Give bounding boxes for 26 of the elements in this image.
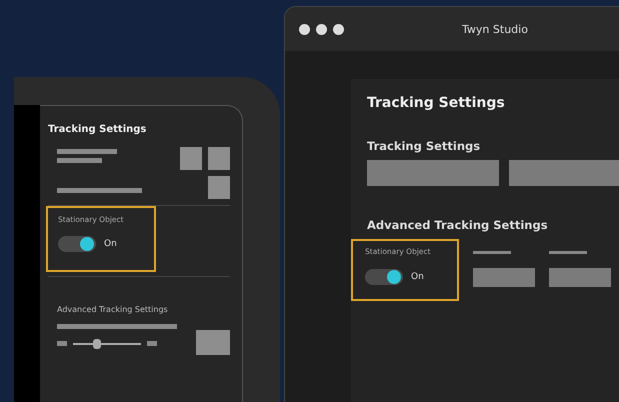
placeholder-square: [180, 147, 202, 170]
placeholder-bar: [473, 268, 535, 287]
placeholder-bar: [57, 341, 67, 346]
section-title: Tracking Settings: [367, 139, 482, 153]
placeholder-bar: [147, 341, 157, 346]
placeholder-bar: [549, 251, 587, 254]
placeholder-bar: [57, 158, 102, 163]
window-control-icon[interactable]: [333, 24, 344, 34]
toggle-switch[interactable]: [365, 269, 403, 285]
toggle-state: On: [411, 272, 424, 282]
placeholder-square: [196, 330, 230, 355]
panel-title: Tracking Settings: [48, 124, 148, 135]
toggle-state: On: [104, 239, 117, 249]
placeholder-square: [208, 176, 230, 199]
window-control-icon[interactable]: [316, 24, 327, 34]
window-title: Twyn Studio: [461, 22, 529, 36]
slider-thumb[interactable]: [92, 338, 101, 348]
placeholder-square: [208, 147, 230, 170]
toggle-switch[interactable]: [58, 236, 96, 252]
placeholder-bar: [57, 149, 117, 154]
window-control-icon[interactable]: [299, 24, 310, 34]
section-title: Advanced Tracking Settings: [367, 218, 549, 232]
placeholder-bar: [473, 251, 511, 254]
placeholder-bar: [549, 268, 611, 287]
page-heading: Tracking Settings: [367, 95, 506, 111]
section-title: Advanced Tracking Settings: [57, 305, 169, 314]
